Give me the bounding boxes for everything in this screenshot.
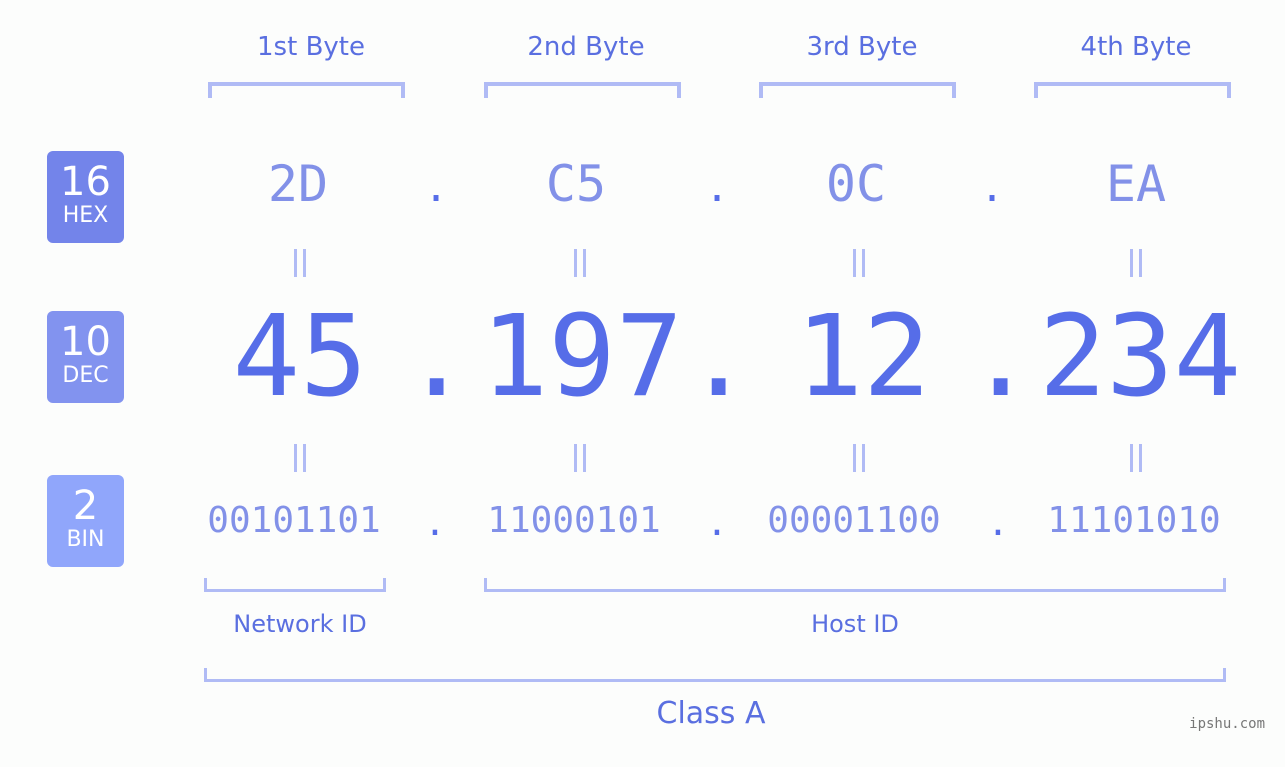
bin-badge: 2 BIN <box>47 475 124 567</box>
network-id-label: Network ID <box>233 610 367 638</box>
bin-octet-4: 11101010 <box>1047 500 1221 541</box>
byte-header-1: 1st Byte <box>257 32 365 62</box>
equals-icon <box>844 246 874 286</box>
dec-octet-1: 45 <box>232 292 368 422</box>
hex-octet-1: 2D <box>267 155 329 213</box>
byte-bracket-2 <box>484 82 681 98</box>
hex-separator-3: . <box>979 165 1005 211</box>
equals-icon <box>285 246 315 286</box>
equals-icon <box>565 246 595 286</box>
dec-badge-number: 10 <box>60 319 111 365</box>
byte-header-3: 3rd Byte <box>806 32 918 62</box>
network-id-bracket <box>204 578 386 592</box>
byte-bracket-3 <box>759 82 956 98</box>
bin-badge-label: BIN <box>66 527 105 552</box>
dec-octet-3: 12 <box>795 292 931 422</box>
dec-badge-label: DEC <box>62 363 109 388</box>
host-id-label: Host ID <box>811 610 899 638</box>
bin-octet-3: 00001100 <box>767 500 941 541</box>
bin-octet-2: 11000101 <box>487 500 661 541</box>
watermark: ipshu.com <box>1189 716 1265 732</box>
dec-separator-1: . <box>403 292 471 422</box>
equals-icon <box>1121 246 1151 286</box>
dec-octet-2: 197 <box>480 292 684 422</box>
byte-bracket-4 <box>1034 82 1231 98</box>
bin-badge-number: 2 <box>72 483 99 529</box>
hex-badge-number: 16 <box>60 159 111 205</box>
class-bracket <box>204 668 1226 682</box>
bin-separator-2: . <box>706 503 728 544</box>
dec-octet-4: 234 <box>1038 292 1242 422</box>
byte-bracket-1 <box>208 82 405 98</box>
dec-separator-3: . <box>967 292 1035 422</box>
hex-badge-label: HEX <box>62 203 109 228</box>
hex-octet-3: 0C <box>825 155 887 213</box>
equals-icon <box>844 441 874 481</box>
hex-octet-2: C5 <box>545 155 607 213</box>
bin-octet-1: 00101101 <box>207 500 381 541</box>
class-label: Class A <box>656 696 766 731</box>
dec-badge: 10 DEC <box>47 311 124 403</box>
bin-separator-3: . <box>987 503 1009 544</box>
hex-octet-4: EA <box>1105 155 1167 213</box>
host-id-bracket <box>484 578 1226 592</box>
hex-separator-1: . <box>423 165 449 211</box>
byte-header-2: 2nd Byte <box>527 32 645 62</box>
hex-badge: 16 HEX <box>47 151 124 243</box>
equals-icon <box>1121 441 1151 481</box>
bin-separator-1: . <box>424 503 446 544</box>
equals-icon <box>565 441 595 481</box>
byte-header-4: 4th Byte <box>1080 32 1192 62</box>
dec-separator-2: . <box>685 292 753 422</box>
hex-separator-2: . <box>704 165 730 211</box>
equals-icon <box>285 441 315 481</box>
